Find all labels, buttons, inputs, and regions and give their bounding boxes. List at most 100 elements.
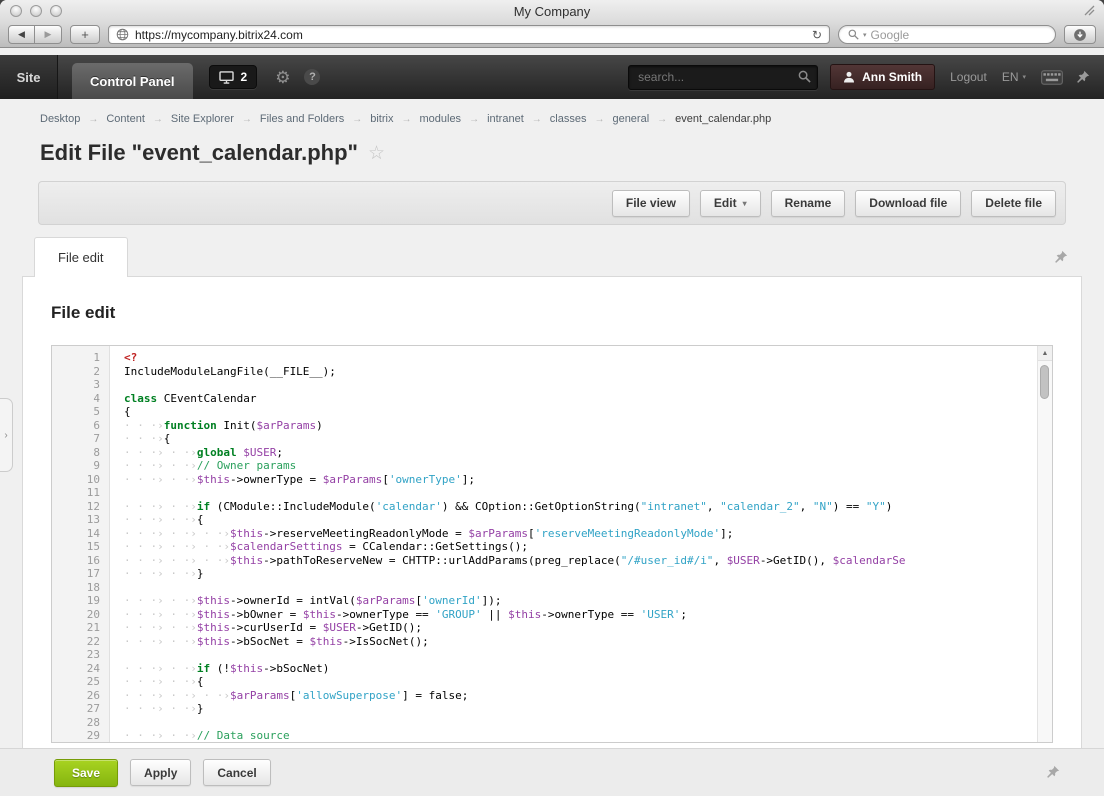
line-number: 14 — [86, 526, 100, 540]
user-button[interactable]: Ann Smith — [830, 64, 936, 90]
breadcrumb-item[interactable]: general — [612, 113, 649, 125]
breadcrumb-item[interactable]: intranet — [487, 113, 524, 125]
logout-link[interactable]: Logout — [950, 70, 987, 84]
control-panel-tab[interactable]: Control Panel — [72, 63, 193, 99]
line-number: 4 — [93, 391, 100, 405]
line-number: 22 — [86, 634, 100, 648]
url-input[interactable] — [135, 27, 806, 42]
code-editor[interactable]: 1 2 3 4 5 6 7 8 9 10 11 12 13 14 15 16 17 18 19 20 21 22 23 24 2… — [51, 345, 1053, 743]
code-line: · · ·› · ·›$this->ownerId = intVal($arPa… — [124, 594, 502, 607]
browser-search-input[interactable] — [870, 27, 1046, 42]
file-edit-panel: File edit 1 2 3 4 5 6 7 8 9 10 11 12 13 14 15 16 17 18 19 2… — [22, 276, 1082, 761]
line-number: 15 — [86, 540, 100, 553]
chevron-down-icon: ▾ — [863, 31, 867, 39]
breadcrumb-separator-icon: → — [152, 113, 163, 125]
breadcrumb-item[interactable]: modules — [419, 113, 461, 125]
line-number: 19 — [86, 594, 100, 607]
download-icon — [1074, 28, 1086, 41]
code-line: · · ·› · ·› · ·›$arParams['allowSuperpos… — [124, 688, 469, 702]
notifications-badge[interactable]: 2 — [208, 65, 258, 89]
fullscreen-icon[interactable] — [1084, 5, 1095, 16]
breadcrumb-item[interactable]: Files and Folders — [260, 113, 344, 125]
code-line: <? — [124, 351, 138, 364]
back-button[interactable]: ◀ — [8, 25, 35, 44]
reload-button[interactable]: ↻ — [812, 29, 822, 41]
page-body: Desktop → Content → Site Explorer → Files and … — [0, 99, 1104, 796]
apply-button[interactable]: Apply — [130, 759, 192, 786]
notifications-count: 2 — [240, 70, 248, 84]
code-line: · · ·› · ·›if (!$this->bSocNet) — [124, 661, 330, 675]
editor-scrollbar[interactable]: ▲ — [1037, 346, 1052, 742]
breadcrumb-item[interactable]: event_calendar.php — [675, 113, 771, 125]
delete-file-button[interactable]: Delete file — [971, 189, 1056, 217]
code-line: · · ·› · ·›$this->bOwner = $this->ownerT… — [124, 607, 688, 621]
title-row: Edit File "event_calendar.php" ☆ — [40, 140, 1104, 166]
pin-icon — [1055, 250, 1068, 263]
tab-file-edit[interactable]: File edit — [34, 237, 128, 277]
keyboard-layout-button[interactable] — [1041, 69, 1063, 85]
panel-heading: File edit — [51, 303, 116, 322]
code-line: · · ·› · ·›{ — [124, 513, 204, 526]
language-label: EN — [1001, 70, 1019, 84]
new-tab-button[interactable]: + — [70, 25, 100, 44]
user-icon — [843, 71, 855, 83]
line-number: 1 — [93, 351, 100, 364]
scroll-up-button[interactable]: ▲ — [1038, 346, 1052, 361]
code-line: · · ·› · ·›// Data source — [124, 729, 290, 742]
header-pin-button[interactable] — [1076, 70, 1090, 84]
close-button[interactable] — [10, 5, 22, 17]
breadcrumb-item[interactable]: Desktop — [40, 113, 80, 125]
code-line: class CEventCalendar — [124, 391, 257, 405]
rename-button[interactable]: Rename — [770, 189, 846, 217]
admin-search-input[interactable] — [628, 64, 819, 90]
language-selector[interactable]: EN ▾ — [1002, 70, 1026, 84]
edit-button[interactable]: Edit ▾ — [699, 189, 761, 217]
page-top-gap — [0, 48, 1104, 55]
cancel-button[interactable]: Cancel — [203, 759, 271, 786]
editor-gutter: 1 2 3 4 5 6 7 8 9 10 11 12 13 14 15 16 17 18 19 20 21 22 23 24 2… — [52, 346, 110, 742]
line-number: 29 — [86, 729, 100, 742]
breadcrumb-separator-icon: → — [469, 113, 480, 125]
footer-pin-button[interactable] — [1046, 765, 1060, 779]
breadcrumb-item[interactable]: classes — [550, 113, 587, 125]
admin-search — [628, 64, 819, 90]
search-icon[interactable] — [798, 70, 811, 88]
window-controls — [10, 5, 62, 17]
sidebar-toggle[interactable]: › — [0, 398, 13, 472]
scrollbar-thumb[interactable] — [1040, 365, 1049, 399]
download-file-button[interactable]: Download file — [855, 189, 962, 217]
code-line: IncludeModuleLangFile(__FILE__); — [124, 364, 336, 378]
tab-pin-button[interactable] — [1054, 250, 1068, 264]
globe-icon — [116, 28, 129, 41]
code-line: · · ·›function Init($arParams) — [124, 418, 323, 432]
tab-row: File edit — [34, 235, 1068, 277]
favorite-star-icon[interactable]: ☆ — [368, 144, 385, 163]
line-number: 16 — [86, 553, 100, 567]
breadcrumb-item[interactable]: bitrix — [370, 113, 393, 125]
file-view-button[interactable]: File view — [611, 189, 690, 217]
chevron-down-icon: ▾ — [1022, 74, 1026, 81]
code-line: · · ·› · ·›$this->curUserId = $USER->Get… — [124, 621, 423, 634]
help-icon[interactable]: ? — [304, 69, 321, 85]
breadcrumb-separator-icon: → — [352, 113, 363, 125]
breadcrumb-item[interactable]: Site Explorer — [171, 113, 234, 125]
breadcrumb-separator-icon: → — [657, 113, 668, 125]
gear-icon[interactable]: ⚙ — [275, 69, 290, 86]
downloads-button[interactable] — [1064, 25, 1096, 44]
line-number: 21 — [86, 621, 100, 634]
editor-code[interactable]: <? IncludeModuleLangFile(__FILE__);class … — [110, 346, 1052, 742]
chevron-right-icon: › — [4, 429, 8, 441]
minimize-button[interactable] — [30, 5, 42, 17]
line-number: 7 — [93, 432, 100, 445]
breadcrumb-item[interactable]: Content — [106, 113, 145, 125]
save-button[interactable]: Save — [54, 758, 119, 787]
line-number: 23 — [86, 648, 100, 661]
address-bar: ↻ — [108, 25, 830, 44]
line-number: 17 — [86, 567, 100, 580]
breadcrumb: Desktop → Content → Site Explorer → Files and … — [40, 113, 1104, 125]
site-button[interactable]: Site — [0, 55, 58, 99]
zoom-button[interactable] — [50, 5, 62, 17]
forward-button[interactable]: ▶ — [35, 25, 62, 44]
